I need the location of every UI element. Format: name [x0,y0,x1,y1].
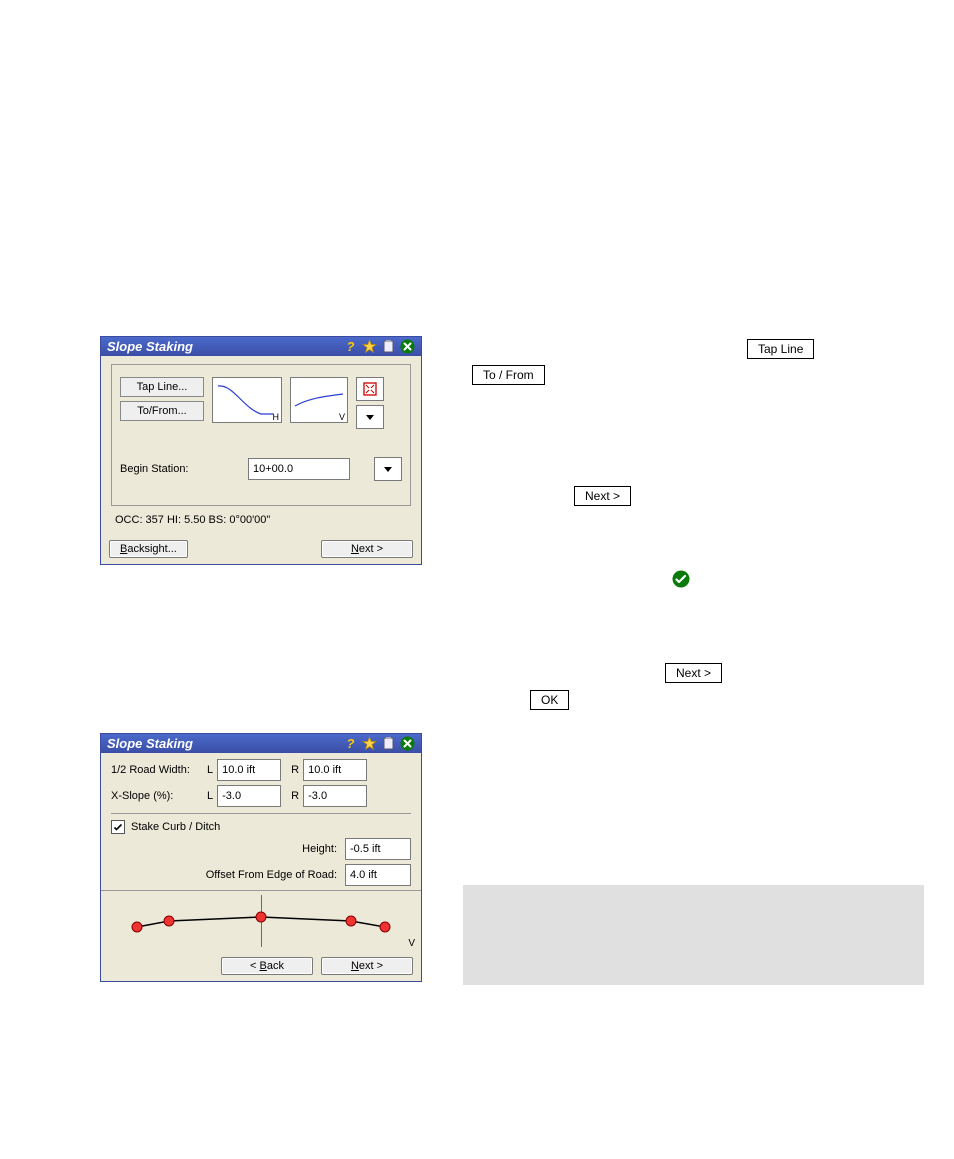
close-icon[interactable] [400,736,415,751]
callout-ok: OK [530,690,569,710]
back-button[interactable]: < Back [221,957,313,975]
callout-next-1: Next > [574,486,631,506]
clipboard-icon[interactable] [381,736,396,751]
to-from-button[interactable]: To/From... [120,401,204,421]
status-line: OCC: 357 HI: 5.50 BS: 0°00'00" [111,506,411,528]
horizontal-preview: H [212,377,282,423]
offset-field[interactable]: 4.0 ift [345,864,411,886]
stake-curb-ditch-checkbox[interactable]: Stake Curb / Ditch [111,820,411,834]
svg-text:?: ? [347,736,355,751]
callout-to-from: To / From [472,365,545,385]
zoom-extents-icon[interactable] [356,377,384,401]
vertical-preview: V [290,377,348,423]
height-field[interactable]: -0.5 ift [345,838,411,860]
half-road-width-r-field[interactable]: 10.0 ift [303,759,367,781]
x-slope-r-field[interactable]: -3.0 [303,785,367,807]
v-axis-label: V [408,938,415,949]
star-icon[interactable] [362,339,377,354]
ok-check-icon [672,570,690,588]
half-road-width-l-field[interactable]: 10.0 ift [217,759,281,781]
cross-section-diagram: V [101,890,421,951]
window-title-bar: Slope Staking ? [101,734,421,753]
next-button[interactable]: Next > [321,540,413,558]
height-label: Height: [302,843,337,855]
callout-tap-line: Tap Line [747,339,814,359]
begin-station-dropdown[interactable] [374,457,402,481]
tap-line-button[interactable]: Tap Line... [120,377,204,397]
callout-next-2: Next > [665,663,722,683]
begin-station-field[interactable]: 10+00.0 [248,458,350,480]
star-icon[interactable] [362,736,377,751]
x-slope-l-field[interactable]: -3.0 [217,785,281,807]
note-background [463,885,924,985]
offset-label: Offset From Edge of Road: [206,869,337,881]
checkmark-icon [113,822,123,832]
backsight-button[interactable]: Backsight... [109,540,188,558]
begin-station-label: Begin Station: [120,463,240,475]
slope-staking-window-1: Slope Staking ? Tap Line... To/From... [100,336,422,565]
svg-text:?: ? [347,339,355,354]
r-label: R [285,790,299,802]
help-icon[interactable]: ? [343,339,358,354]
help-icon[interactable]: ? [343,736,358,751]
window-title: Slope Staking [107,736,193,751]
preview-dropdown[interactable] [356,405,384,429]
close-icon[interactable] [400,339,415,354]
stake-curb-ditch-label: Stake Curb / Ditch [131,821,220,833]
l-label: L [207,790,213,802]
slope-staking-window-2: Slope Staking ? 1/2 Road Width: L 10.0 i… [100,733,422,982]
clipboard-icon[interactable] [381,339,396,354]
window-title: Slope Staking [107,339,193,354]
x-slope-label: X-Slope (%): [111,790,203,802]
half-road-width-label: 1/2 Road Width: [111,764,203,776]
window-title-bar: Slope Staking ? [101,337,421,356]
l-label: L [207,764,213,776]
next-button[interactable]: Next > [321,957,413,975]
r-label: R [285,764,299,776]
